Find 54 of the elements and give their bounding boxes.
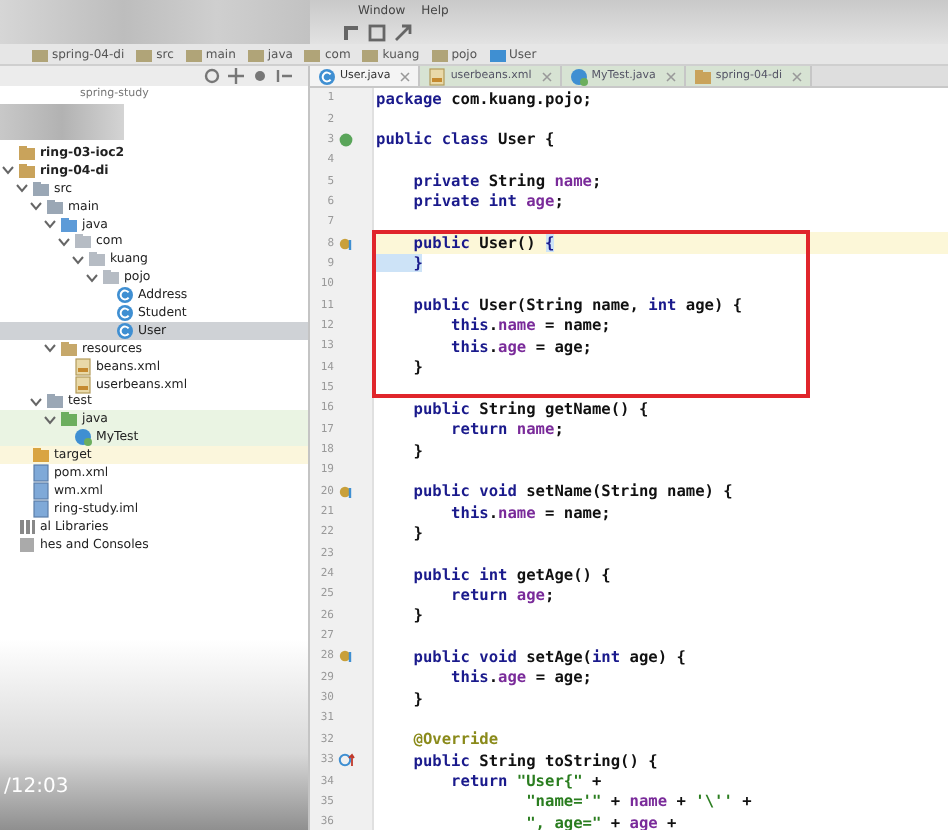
scratch-icon (18, 535, 36, 554)
class-icon (74, 428, 92, 447)
xml-file-icon (74, 375, 92, 394)
class-icon (569, 67, 588, 85)
folder-icon (88, 250, 106, 269)
folder-icon (46, 392, 64, 411)
chevron-icon[interactable] (30, 395, 42, 408)
xml-file-icon (74, 357, 92, 376)
folder-icon (32, 179, 50, 198)
chevron-icon[interactable] (2, 164, 14, 177)
close-icon[interactable] (400, 71, 411, 81)
method-marker-icon[interactable] (338, 483, 356, 500)
chevron-icon[interactable] (44, 218, 56, 230)
folder-icon (46, 197, 64, 216)
class-icon (116, 321, 134, 340)
folder-icon (431, 47, 448, 61)
folder-icon (693, 67, 712, 85)
folder-icon (18, 161, 36, 180)
folder-icon (60, 215, 78, 234)
folder-icon (185, 47, 202, 61)
folder-icon (489, 47, 506, 61)
chevron-icon[interactable] (44, 413, 56, 426)
folder-icon (60, 410, 78, 429)
target-icon[interactable] (204, 68, 220, 84)
folder-icon (32, 446, 50, 465)
chevron-icon[interactable] (30, 200, 42, 213)
chevron-icon[interactable] (72, 253, 84, 266)
class-marker-icon[interactable] (338, 131, 356, 148)
class-icon (116, 303, 134, 322)
class-icon (116, 286, 134, 305)
chevron-icon[interactable] (58, 235, 70, 248)
folder-icon (18, 143, 36, 162)
folder-icon (136, 47, 153, 61)
toolbar-icon[interactable] (394, 24, 412, 42)
xml-file-icon (428, 67, 447, 85)
folder-icon (247, 47, 264, 61)
video-timestamp: /12:03 (4, 776, 69, 798)
override-marker-icon[interactable] (338, 752, 356, 769)
folder-icon (304, 47, 321, 61)
chevron-icon[interactable] (44, 342, 56, 355)
blurred-region (0, 104, 124, 140)
folder-icon (74, 232, 92, 251)
method-marker-icon[interactable] (338, 235, 356, 252)
library-icon (18, 517, 36, 536)
folder-icon (32, 47, 48, 61)
class-icon (318, 67, 336, 85)
plus-icon[interactable] (228, 68, 244, 84)
code-editor[interactable] (310, 88, 948, 830)
method-marker-icon[interactable] (338, 648, 356, 665)
folder-icon (60, 339, 78, 358)
folder-icon (362, 47, 379, 61)
chevron-icon[interactable] (16, 182, 28, 195)
folder-icon (102, 268, 120, 287)
chevron-icon[interactable] (86, 271, 98, 284)
